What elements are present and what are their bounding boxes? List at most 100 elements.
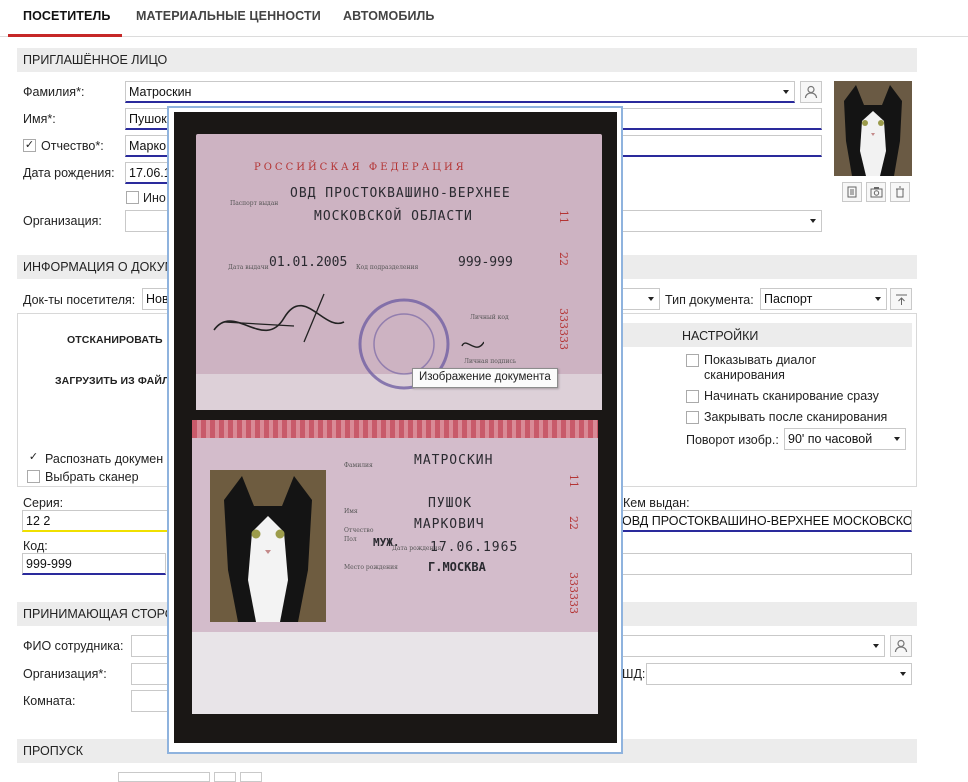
passport-patronymic-caption: Отчество [344,527,374,534]
visitor-photo [834,81,912,176]
passport-patronymic: МАРКОВИЧ [414,517,485,532]
birthdate-value: 17.06.1 [129,166,171,180]
visitor-docs-value: Нов [146,292,169,306]
chevron-down-icon [648,297,654,301]
close-after-checkbox[interactable] [686,411,699,424]
list-icon [847,186,857,198]
choose-scanner-label: Выбрать сканер [45,470,139,484]
show-dialog-checkbox[interactable] [686,354,699,367]
choose-scanner-checkbox[interactable] [27,470,40,483]
name-value: Пушок [129,112,167,126]
show-dialog-label: Показывать диалог сканирования [704,353,817,382]
passport-serial-bottom-1: 11 [567,474,580,488]
organization-label: Организация: [23,214,102,228]
chevron-down-icon [873,644,879,648]
chevron-down-icon [783,90,789,94]
surname-select[interactable]: Матроскин [125,81,795,103]
upload-icon [895,294,907,305]
camera-icon [870,187,882,198]
series-input[interactable]: 12 2 [22,510,168,532]
scan-button[interactable]: ОТСКАНИРОВАТЬ [67,334,163,346]
employee-label: ФИО сотрудника: [23,639,124,653]
series-label: Серия: [23,496,64,510]
room-input[interactable] [131,690,171,712]
cat-photo-image [834,81,912,176]
cat-photo-image [210,470,326,622]
code-value: 999-999 [26,557,72,571]
passport-serial-top-1: 11 [557,210,570,224]
employee-lookup-button[interactable] [890,635,912,657]
passport-dept-code: 999-999 [458,255,513,270]
passport-issue-date-caption: Дата выдачи [228,264,269,271]
close-after-label: Закрывать после сканирования [704,410,888,424]
rotate-value: 90' по часовой [788,432,873,446]
tab-visitor[interactable]: ПОСЕТИТЕЛЬ [23,9,110,23]
passport-issue-date: 01.01.2005 [269,255,348,270]
start-immediately-checkbox[interactable] [686,390,699,403]
upload-doc-button[interactable] [890,288,912,310]
settings-header [622,323,912,347]
issued-by-label: Кем выдан: [623,496,690,510]
passport-birthplace: Г.МОСКВА [428,560,486,574]
person-lookup-button[interactable] [800,81,822,103]
delete-photo-button[interactable] [890,182,910,202]
passport-birthplace-caption: Место рождения [344,564,398,571]
active-tab-indicator [8,34,122,37]
tab-car[interactable]: АВТОМОБИЛЬ [343,9,435,23]
person-icon [804,85,818,99]
passport-name-caption: Имя [344,508,358,515]
settings-title: НАСТРОЙКИ [682,329,759,343]
passport-sex-caption: Пол [344,536,357,543]
foreigner-label: Ино [143,191,166,205]
passport-serial-bottom-2: 22 [567,516,580,530]
passport-issued-caption: Паспорт выдан [230,200,279,207]
document-image-tooltip: Изображение документа [412,368,558,388]
pass-button-2[interactable] [240,772,262,782]
chevron-down-icon [810,219,816,223]
host-organization-select[interactable] [131,663,171,685]
birthdate-label: Дата рождения: [23,166,115,180]
passport-birth: 17.06.1965 [430,540,519,555]
department-select[interactable] [646,663,912,685]
document-list-button[interactable] [842,182,862,202]
doc-type-value: Паспорт [764,292,813,306]
person-icon [894,639,908,653]
pass-field[interactable] [118,772,210,782]
issued-by-input[interactable]: ОВД ПРОСТОКВАШИНО-ВЕРХНЕЕ МОСКОВСКОЙ [618,510,912,532]
passport-image: РОССИЙСКАЯ ФЕДЕРАЦИЯ Паспорт выдан ОВД П… [174,112,617,743]
pass-button-1[interactable] [214,772,236,782]
issue-date-input[interactable] [618,553,912,575]
patronymic-checkbox[interactable]: ✓ [23,139,36,152]
camera-button[interactable] [866,182,886,202]
section-invited-person: ПРИГЛАШЁННОЕ ЛИЦО [17,48,917,72]
upload-from-file-button[interactable]: ЗАГРУЗИТЬ ИЗ ФАЙЛА [55,375,177,387]
code-input[interactable]: 999-999 [22,553,166,575]
passport-surname-caption: Фамилия [344,462,373,469]
issued-by-value: ОВД ПРОСТОКВАШИНО-ВЕРХНЕЕ МОСКОВСКОЙ [622,514,912,528]
passport-serial-bottom-3: 333333 [567,572,580,614]
passport-issued-line2: МОСКОВСКОЙ ОБЛАСТИ [314,209,473,224]
passport-dept-caption: Код подразделения [356,264,419,271]
chevron-down-icon [894,437,900,441]
passport-surname: МАТРОСКИН [414,453,494,468]
doc-type-select[interactable]: Паспорт [760,288,887,310]
tab-valuables[interactable]: МАТЕРИАЛЬНЫЕ ЦЕННОСТИ [136,9,321,23]
foreigner-checkbox[interactable] [126,191,139,204]
patronymic-label: Отчество*: [41,139,104,153]
name-label: Имя*: [23,112,56,126]
rotate-label: Поворот изобр.: [686,433,779,447]
host-organization-label: Организация*: [23,667,107,681]
recognize-checkbox[interactable]: ✓ [27,452,40,465]
visitor-docs-label: Док-ты посетителя: [23,293,136,307]
trash-icon [896,186,904,198]
passport-issued-line1: ОВД ПРОСТОКВАШИНО-ВЕРХНЕЕ [290,186,511,201]
surname-label: Фамилия*: [23,85,85,99]
passport-name: ПУШОК [428,496,473,511]
room-label: Комната: [23,694,76,708]
passport-photo [210,470,326,622]
surname-value: Матроскин [129,85,192,99]
series-value: 12 2 [26,514,51,528]
department-label: ШД: [622,667,646,681]
code-label: Код: [23,539,48,553]
rotate-select[interactable]: 90' по часовой [784,428,906,450]
